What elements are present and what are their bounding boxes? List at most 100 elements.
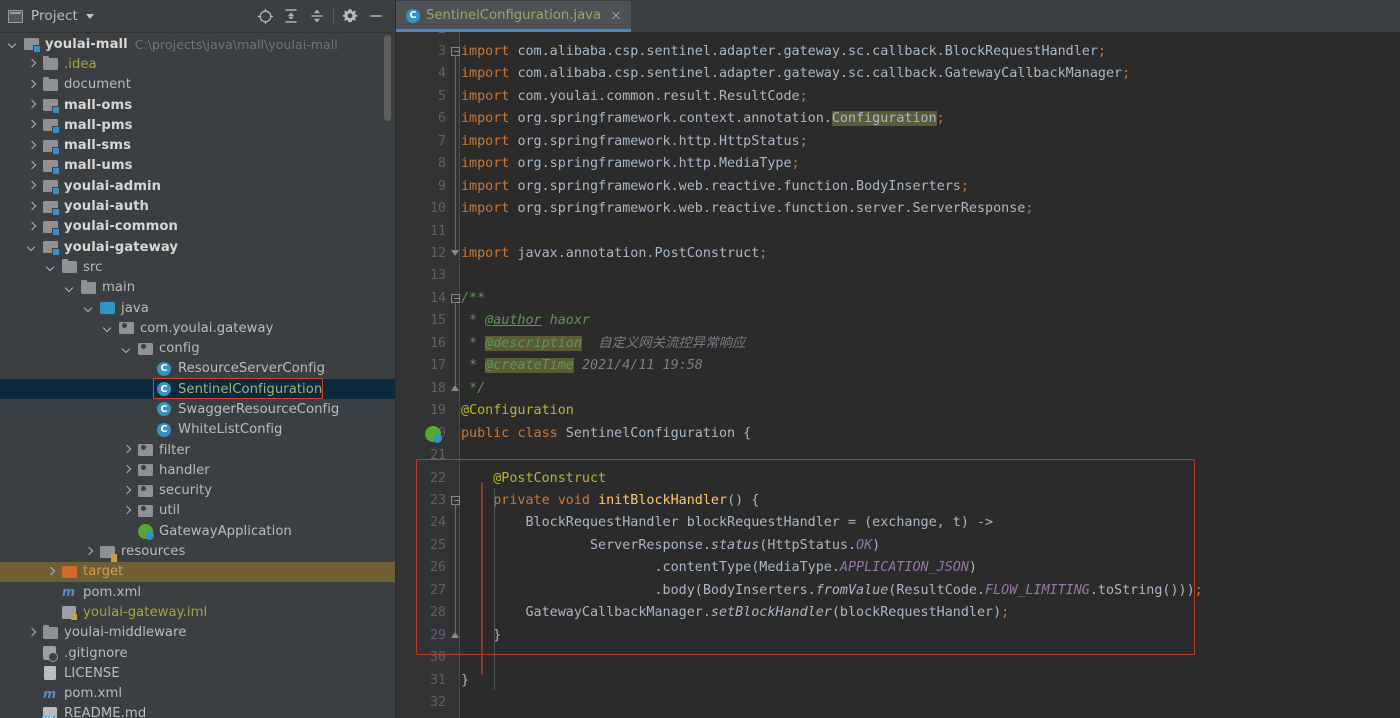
code-line[interactable]: GatewayCallbackManager.setBlockHandler(b… — [461, 602, 1009, 624]
tree-item-handler[interactable]: handler — [0, 460, 395, 480]
chevron-right-icon[interactable] — [27, 140, 38, 151]
code-line[interactable]: * @createTime 2021/4/11 19:58 — [461, 355, 703, 377]
tree-item-idea[interactable]: .idea — [0, 54, 395, 74]
tree-item-youlai-common[interactable]: youlai-common — [0, 217, 395, 237]
tree-item-mall-ums[interactable]: mall-ums — [0, 156, 395, 176]
tree-item-youlai-middleware[interactable]: youlai-middleware — [0, 623, 395, 643]
chevron-right-icon[interactable] — [122, 485, 133, 496]
chevron-right-icon[interactable] — [122, 465, 133, 476]
tree-item-pom-xml[interactable]: m pom.xml — [0, 582, 395, 602]
tree-scrollbar[interactable] — [384, 35, 391, 121]
tree-item-sentinelconfiguration[interactable]: C SentinelConfiguration — [0, 379, 395, 400]
tree-item-config[interactable]: config — [0, 338, 395, 358]
tree-item-main[interactable]: main — [0, 278, 395, 298]
spring-bean-icon[interactable] — [425, 425, 442, 443]
chevron-right-icon[interactable] — [46, 566, 57, 577]
code-line[interactable]: import javax.annotation.PostConstruct; — [461, 243, 767, 265]
settings-gear-icon[interactable] — [337, 3, 363, 29]
tab-sentinel-configuration[interactable]: C SentinelConfiguration.java — [396, 1, 632, 32]
tree-item-target[interactable]: target — [0, 561, 395, 583]
code-line[interactable]: import org.springframework.http.MediaTyp… — [461, 153, 800, 175]
code-line[interactable]: /** — [461, 288, 485, 310]
chevron-right-icon[interactable] — [27, 221, 38, 232]
code-line[interactable]: import com.alibaba.csp.sentinel.adapter.… — [461, 41, 1106, 63]
tree-item-youlai-admin[interactable]: youlai-admin — [0, 176, 395, 196]
tree-item-src[interactable]: src — [0, 257, 395, 277]
code-line[interactable]: } — [461, 670, 469, 692]
chevron-right-icon[interactable] — [122, 445, 133, 456]
chevron-down-icon[interactable] — [103, 323, 114, 334]
chevron-down-icon[interactable] — [27, 242, 38, 253]
tree-item-whitelistconfig[interactable]: C WhiteListConfig — [0, 420, 395, 440]
chevron-right-icon[interactable] — [27, 79, 38, 90]
chevron-down-icon[interactable] — [8, 39, 19, 50]
tree-item-swaggerresourceconfig[interactable]: C SwaggerResourceConfig — [0, 399, 395, 419]
tree-item-filter[interactable]: filter — [0, 440, 395, 460]
tree-item-mall-pms[interactable]: mall-pms — [0, 115, 395, 135]
project-file-tree[interactable]: youlai-mall C:\projects\java\mall\youlai-… — [0, 33, 395, 718]
code-line[interactable]: @PostConstruct — [461, 468, 606, 490]
tree-arrow-spacer — [27, 688, 38, 699]
chevron-right-icon[interactable] — [27, 160, 38, 171]
tree-item-util[interactable]: util — [0, 501, 395, 521]
code-line[interactable]: import com.alibaba.csp.sentinel.adapter.… — [461, 63, 1130, 85]
code-line[interactable]: * @author haoxr — [461, 310, 590, 332]
tree-item-mall-sms[interactable]: mall-sms — [0, 135, 395, 155]
code-line[interactable]: import com.youlai.common.result.ResultCo… — [461, 86, 808, 108]
chevron-right-icon[interactable] — [27, 627, 38, 638]
tree-item-gatewayapplication[interactable]: GatewayApplication — [0, 521, 395, 541]
chevron-down-icon[interactable] — [85, 13, 94, 19]
chevron-down-icon[interactable] — [122, 343, 133, 354]
tree-item-gitignore[interactable]: .gitignore — [0, 643, 395, 663]
minimize-icon[interactable] — [363, 3, 389, 29]
line-number: 31 — [430, 672, 446, 688]
collapse-all-icon[interactable] — [304, 3, 330, 29]
code-line[interactable]: * @description 自定义网关流控异常响应 — [461, 333, 745, 355]
chevron-right-icon[interactable] — [122, 505, 133, 516]
tree-item-com-youlai-gateway[interactable]: com.youlai.gateway — [0, 318, 395, 338]
tree-arrow-spacer — [46, 587, 57, 598]
chevron-right-icon[interactable] — [84, 546, 95, 557]
code-line[interactable]: public class SentinelConfiguration { — [461, 423, 751, 445]
tree-item-pom-xml[interactable]: m pom.xml — [0, 684, 395, 704]
chevron-right-icon[interactable] — [27, 100, 38, 111]
code-editor[interactable]: 2345678910111213141516171819202122232425… — [396, 32, 1400, 718]
chevron-right-icon[interactable] — [27, 59, 38, 70]
tree-item-youlai-gateway-iml[interactable]: youlai-gateway.iml — [0, 602, 395, 622]
code-line[interactable]: import org.springframework.web.reactive.… — [461, 198, 1033, 220]
close-icon[interactable] — [610, 9, 622, 21]
code-line[interactable]: .body(BodyInserters.fromValue(ResultCode… — [461, 580, 1202, 602]
code-line[interactable]: */ — [461, 378, 485, 400]
chevron-right-icon[interactable] — [27, 181, 38, 192]
expand-all-icon[interactable] — [278, 3, 304, 29]
code-content[interactable]: import com.alibaba.csp.sentinel.adapter.… — [461, 32, 1400, 718]
code-line[interactable]: ServerResponse.status(HttpStatus.OK) — [461, 535, 880, 557]
locate-icon[interactable] — [252, 3, 278, 29]
code-line[interactable]: import org.springframework.http.HttpStat… — [461, 131, 808, 153]
code-line[interactable]: .contentType(MediaType.APPLICATION_JSON) — [461, 557, 977, 579]
chevron-down-icon[interactable] — [84, 303, 95, 314]
tree-item-java[interactable]: java — [0, 298, 395, 318]
fold-markers-column[interactable] — [451, 32, 460, 718]
tree-item-youlai-gateway[interactable]: youlai-gateway — [0, 237, 395, 257]
code-line[interactable]: private void initBlockHandler() { — [461, 490, 759, 512]
code-line[interactable]: BlockRequestHandler blockRequestHandler … — [461, 512, 993, 534]
chevron-right-icon[interactable] — [27, 120, 38, 131]
code-line[interactable]: @Configuration — [461, 400, 574, 422]
tree-item-resources[interactable]: resources — [0, 541, 395, 561]
code-line[interactable]: import org.springframework.context.annot… — [461, 108, 945, 130]
tree-item-youlai-mall[interactable]: youlai-mall C:\projects\java\mall\youlai-… — [0, 34, 395, 54]
tree-item-resourceserverconfig[interactable]: C ResourceServerConfig — [0, 359, 395, 379]
package-folder-icon — [138, 341, 154, 357]
tree-item-label: mall-oms — [64, 97, 133, 113]
code-line[interactable]: import org.springframework.web.reactive.… — [461, 176, 969, 198]
tree-item-mall-oms[interactable]: mall-oms — [0, 95, 395, 115]
tree-item-security[interactable]: security — [0, 481, 395, 501]
chevron-right-icon[interactable] — [27, 201, 38, 212]
chevron-down-icon[interactable] — [46, 262, 57, 273]
tree-item-youlai-auth[interactable]: youlai-auth — [0, 196, 395, 216]
tree-item-document[interactable]: document — [0, 75, 395, 95]
chevron-down-icon[interactable] — [65, 282, 76, 293]
tree-item-license[interactable]: LICENSE — [0, 663, 395, 683]
tree-item-readme-md[interactable]: README.md — [0, 704, 395, 718]
